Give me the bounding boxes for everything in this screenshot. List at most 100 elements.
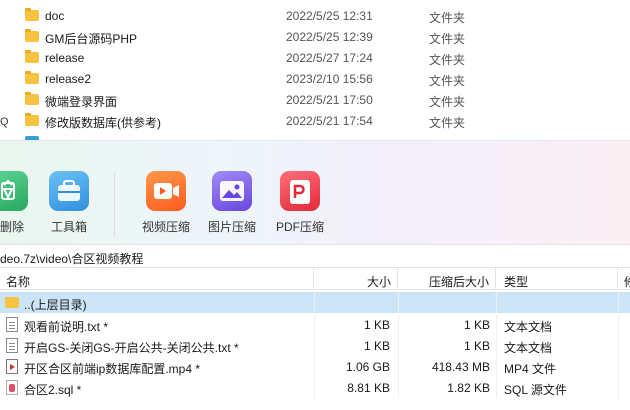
image-compress-label: 图片压缩 [208,220,257,234]
toolbar-divider [114,173,115,237]
delete-label: 删除 [0,220,25,234]
bg-folder-name: 微端登录界面 [45,95,118,109]
column-modified[interactable]: 修 [618,268,630,290]
column-type[interactable]: 类型 [496,268,618,290]
bg-folder-name: 修改版数据库(供参考) [45,116,161,130]
folder-up-icon [5,297,19,308]
folder-icon [25,29,39,42]
bg-folder-name: release [45,51,85,65]
file-name: 观看前说明.txt * [24,320,109,334]
column-size[interactable]: 大小 [314,268,398,290]
column-type-label: 类型 [504,275,529,289]
image-icon [212,171,252,211]
bg-folder-name: release2 [45,72,92,86]
column-divider [398,292,399,313]
file-packed-size: 1 KB [463,339,490,353]
bg-folder-date: 2022/5/21 17:54 [286,114,373,128]
txt-file-icon [6,338,18,353]
toolbox-icon [49,171,89,211]
file-type: MP4 文件 [504,362,557,376]
column-divider [618,377,619,398]
file-name: 开启GS-关闭GS-开启公共-关闭公共.txt * [24,341,239,355]
toolbox-label: 工具箱 [51,220,88,234]
file-size: 1.06 GB [345,360,390,374]
bg-folder-type: 文件夹 [429,95,465,109]
column-divider [618,292,619,313]
column-divider [618,335,619,356]
file-name: 开区合区前端ip数据库配置.mp4 * [24,362,201,376]
bg-folder-name: doc [45,9,65,23]
pdf-compress-button[interactable]: PDF压缩 [274,171,330,241]
image-compress-button[interactable]: 图片压缩 [206,171,262,241]
recycle-icon [0,171,28,211]
file-size: 8.81 KB [347,381,390,395]
bg-folder-date: 2022/5/27 17:24 [286,51,373,65]
column-packed-label: 压缩后大小 [428,275,489,289]
table-row[interactable]: 开区合区前端ip数据库配置.mp4 * 1.06 GB 418.43 MB MP… [0,356,630,377]
table-row[interactable]: 合区2.sql * 8.81 KB 1.82 KB SQL 源文件 [0,377,630,398]
column-divider [496,292,497,313]
address-bar[interactable]: deo.7z\video\合区视频教程 [0,244,630,268]
txt-file-icon [6,317,18,332]
video-compress-label: 视频压缩 [142,220,191,234]
sql-file-icon [6,380,18,395]
bg-folder-date: 2022/5/25 12:31 [286,9,373,23]
bg-folder-row[interactable]: release 2022/5/27 17:24 文件夹 [0,48,630,69]
column-divider [314,377,315,398]
archive-file-list: ..(上层目录) 观看前说明.txt * 1 KB 1 KB 文本文档 开启GS… [0,290,630,410]
bg-folder-type: 文件夹 [429,32,465,46]
file-size: 1 KB [363,318,390,332]
column-name[interactable]: 名称 [0,268,314,290]
column-divider [496,356,497,377]
column-divider [314,314,315,335]
column-divider [314,356,315,377]
bg-folder-type: 文件夹 [429,11,465,25]
column-divider [398,377,399,398]
column-divider [398,335,399,356]
bg-folder-row[interactable]: 微端登录界面 2022/5/21 17:50 文件夹 [0,90,630,111]
file-type: SQL 源文件 [504,383,567,397]
column-name-label: 名称 [6,275,31,289]
archiver-toolbar: 删除 工具箱 视频压缩 图片压缩 PDF压缩 [0,140,630,244]
video-compress-button[interactable]: 视频压缩 [140,171,196,241]
folder-icon [25,71,39,84]
table-row[interactable]: 观看前说明.txt * 1 KB 1 KB 文本文档 [0,314,630,335]
folder-icon [25,113,39,126]
bg-folder-type: 文件夹 [429,53,465,67]
column-divider [496,377,497,398]
column-divider [314,292,315,313]
mp4-file-icon [6,359,18,374]
column-divider [618,356,619,377]
bg-folder-type: 文件夹 [429,116,465,130]
file-packed-size: 418.43 MB [431,360,490,374]
file-size: 1 KB [363,339,390,353]
bg-folder-row[interactable]: 修改版数据库(供参考) 2022/5/21 17:54 文件夹 [0,111,630,132]
bg-folder-row[interactable]: doc 2022/5/25 12:31 文件夹 [0,6,630,27]
file-type: 文本文档 [504,341,553,355]
bg-folder-row[interactable]: GM后台源码PHP 2022/5/25 12:39 文件夹 [0,27,630,48]
pdf-icon [280,171,320,211]
column-divider [398,314,399,335]
folder-icon [25,92,39,105]
column-divider [398,356,399,377]
toolbox-button[interactable]: 工具箱 [44,171,94,241]
file-name: 合区2.sql * [24,383,82,397]
archive-path: deo.7z\video\合区视频教程 [0,252,144,266]
pdf-compress-label: PDF压缩 [276,220,325,234]
column-size-label: 大小 [366,275,391,289]
column-modified-label: 修 [624,273,630,290]
delete-button[interactable]: 删除 [0,171,30,241]
bg-folder-row[interactable]: release2 2023/2/10 15:56 文件夹 [0,69,630,90]
column-header: 名称 大小 压缩后大小 类型 修 [0,268,630,290]
column-divider [618,314,619,335]
column-divider [496,335,497,356]
bg-folder-name: GM后台源码PHP [45,32,138,46]
file-packed-size: 1.82 KB [447,381,490,395]
bg-folder-date: 2023/2/10 15:56 [286,72,373,86]
folder-icon [25,8,39,21]
background-file-list: doc 2022/5/25 12:31 文件夹 GM后台源码PHP 2022/5… [0,0,630,140]
column-packed-size[interactable]: 压缩后大小 [398,268,496,290]
table-row[interactable]: ..(上层目录) [0,292,630,313]
sidebar-edge-glyph: Q [0,116,9,128]
table-row[interactable]: 开启GS-关闭GS-开启公共-关闭公共.txt * 1 KB 1 KB 文本文档 [0,335,630,356]
